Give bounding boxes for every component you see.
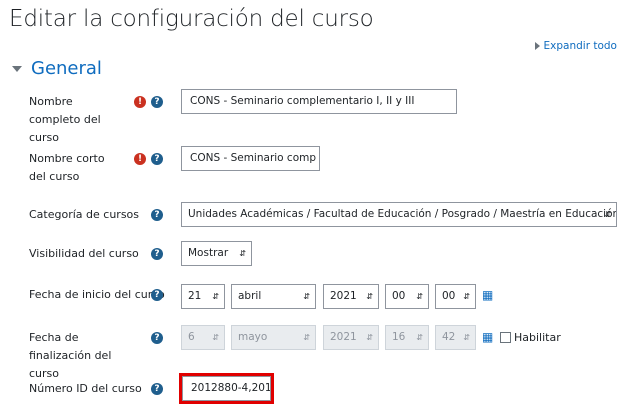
fullname-input[interactable]: CONS - Seminario complementario I, II y … <box>181 89 457 114</box>
expand-all-label: Expandir todo <box>543 40 617 52</box>
enddate-month-value: mayo <box>238 331 268 343</box>
startdate-day-value: 21 <box>188 290 202 302</box>
select-arrow-icon: ⇵ <box>463 292 470 301</box>
select-arrow-icon: ⇵ <box>212 333 219 342</box>
select-arrow-icon: ⇵ <box>416 292 423 301</box>
enddate-label: Fecha de finalización del curso <box>29 331 112 380</box>
caret-right-icon <box>534 42 540 50</box>
idnumber-label: Número ID del curso <box>29 382 142 395</box>
select-arrow-icon: ⇵ <box>303 292 310 301</box>
enddate-year-value: 2021 <box>330 331 357 343</box>
select-arrow-icon: ⇵ <box>463 333 470 342</box>
startdate-hour-value: 00 <box>392 290 406 302</box>
help-icon[interactable]: ? <box>151 289 163 301</box>
calendar-icon[interactable]: ▦ <box>482 288 493 302</box>
chevron-down-icon <box>12 65 22 72</box>
category-value: Unidades Académicas / Facultad de Educac… <box>188 208 617 220</box>
enddate-year-select[interactable]: 2021 ⇵ <box>323 325 379 350</box>
fullname-label: Nombre completo del curso <box>29 95 101 144</box>
startdate-minute-value: 00 <box>442 290 456 302</box>
enddate-enable-checkbox[interactable]: Habilitar <box>500 331 561 344</box>
enddate-month-select[interactable]: mayo ⇵ <box>231 325 316 350</box>
enddate-hour-value: 16 <box>392 331 406 343</box>
select-arrow-icon: ⇵ <box>366 292 373 301</box>
startdate-minute-select[interactable]: 00 ⇵ <box>435 284 476 309</box>
help-icon[interactable]: ? <box>151 96 163 108</box>
highlight-box <box>179 373 274 404</box>
select-arrow-icon: ⇵ <box>416 333 423 342</box>
calendar-icon[interactable]: ▦ <box>482 330 493 344</box>
enddate-day-select[interactable]: 6 ⇵ <box>181 325 225 350</box>
startdate-hour-select[interactable]: 00 ⇵ <box>385 284 429 309</box>
select-arrow-icon: ⇵ <box>303 333 310 342</box>
help-icon[interactable]: ? <box>151 248 163 260</box>
enddate-minute-select[interactable]: 42 ⇵ <box>435 325 476 350</box>
section-header-general[interactable]: General <box>12 58 102 79</box>
visibility-value: Mostrar <box>188 247 229 259</box>
help-icon[interactable]: ? <box>151 153 163 165</box>
select-arrow-icon: ⇵ <box>604 210 611 219</box>
page-title: Editar la configuración del curso <box>9 6 374 32</box>
help-icon[interactable]: ? <box>151 332 163 344</box>
startdate-label: Fecha de inicio del curso <box>29 288 165 301</box>
startdate-day-select[interactable]: 21 ⇵ <box>181 284 225 309</box>
enddate-hour-select[interactable]: 16 ⇵ <box>385 325 429 350</box>
checkbox-box[interactable] <box>500 332 511 343</box>
startdate-year-value: 2021 <box>330 290 357 302</box>
select-arrow-icon: ⇵ <box>212 292 219 301</box>
section-title: General <box>31 58 102 79</box>
shortname-label: Nombre corto del curso <box>29 152 105 183</box>
expand-all-link[interactable]: Expandir todo <box>534 40 617 52</box>
enddate-day-value: 6 <box>188 331 195 343</box>
category-label: Categoría de cursos <box>29 208 140 221</box>
startdate-month-value: abril <box>238 290 262 302</box>
visibility-select[interactable]: Mostrar ⇵ <box>181 241 252 266</box>
category-select[interactable]: Unidades Académicas / Facultad de Educac… <box>181 202 617 227</box>
select-arrow-icon: ⇵ <box>239 249 246 258</box>
shortname-input[interactable]: CONS - Seminario comp <box>181 146 320 171</box>
help-icon[interactable]: ? <box>151 383 163 395</box>
visibility-label: Visibilidad del curso <box>29 247 139 260</box>
required-icon: ! <box>134 153 146 165</box>
help-icon[interactable]: ? <box>151 209 163 221</box>
select-arrow-icon: ⇵ <box>366 333 373 342</box>
startdate-year-select[interactable]: 2021 ⇵ <box>323 284 379 309</box>
enddate-minute-value: 42 <box>442 331 456 343</box>
enddate-enable-label: Habilitar <box>514 331 561 344</box>
startdate-month-select[interactable]: abril ⇵ <box>231 284 316 309</box>
required-icon: ! <box>134 96 146 108</box>
